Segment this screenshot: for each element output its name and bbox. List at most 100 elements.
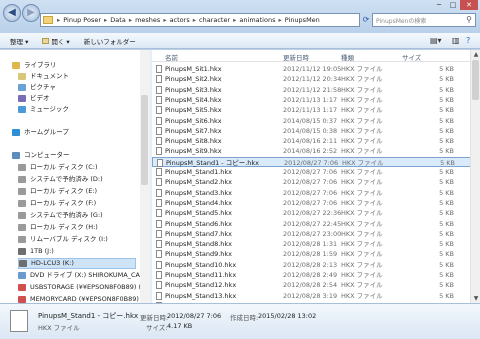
file-type: HKX ファイル	[341, 271, 383, 279]
file-size: 5 KB	[439, 137, 454, 146]
file-row[interactable]: PinupsM_Sit6.hkx 2014/08/15 0:37 HKX ファイル 5…	[152, 116, 480, 126]
file-row[interactable]: PinupsM_Stand9.hkx 2012/08/28 1:59 HKX ファイ…	[152, 249, 480, 259]
close-button[interactable]: ✕	[460, 0, 478, 10]
nav-item[interactable]: ローカル ディスク (F:)	[18, 198, 96, 209]
help-icon[interactable]: ?	[466, 36, 470, 45]
nav-item[interactable]: ミュージック	[18, 104, 69, 115]
organize-button[interactable]: 整理 ▾	[10, 36, 28, 46]
details-name: PinupsM_Stand1 - コピー.hkx	[38, 312, 139, 320]
nav-item[interactable]: システムで予約済み (G:)	[18, 210, 103, 221]
file-row[interactable]: PinupsM_Sit3.hkx 2012/11/12 21:58 HKX ファイル…	[152, 85, 480, 95]
open-button[interactable]: 開く ▾	[42, 36, 70, 46]
back-button[interactable]: ◀	[3, 4, 21, 22]
file-row[interactable]: PinupsM_Stand5.hkx 2012/08/27 22:36 HKX ファ…	[152, 208, 480, 218]
nav-item[interactable]: ライブラリ	[12, 60, 57, 71]
breadcrumb-item[interactable]: actors	[168, 16, 192, 24]
scroll-thumb[interactable]	[472, 60, 479, 100]
video-icon	[18, 95, 26, 102]
file-size: 5 KB	[439, 188, 454, 197]
file-row[interactable]: PinupsM_Stand1.hkx 2012/08/27 7:06 HKX ファイ…	[152, 167, 480, 177]
file-row[interactable]: PinupsM_Stand11.hkx 2012/08/28 2:49 HKX ファ…	[152, 270, 480, 280]
nav-item[interactable]: USBSTORAGE (¥¥EPSON8F0B89) (Y:)	[18, 282, 149, 293]
nav-item[interactable]: 1TB (J:)	[18, 246, 54, 257]
file-row[interactable]: PinupsM_Sit8.hkx 2014/08/16 2:11 HKX ファイル 5…	[152, 136, 480, 146]
nav-item[interactable]: ローカル ディスク (H:)	[18, 222, 98, 233]
breadcrumb-item[interactable]: Pinup Poser	[61, 16, 103, 24]
file-row[interactable]: PinupsM_Stand8.hkx 2012/08/28 1:31 HKX ファイ…	[152, 239, 480, 249]
file-date: 2012/08/28 2:54	[283, 281, 338, 290]
search-icon: ⚲	[466, 15, 472, 24]
nav-item[interactable]: コンピューター	[12, 150, 70, 161]
column-type[interactable]: 種類	[341, 52, 354, 62]
scroll-up-icon[interactable]: ▲	[471, 51, 480, 58]
file-name: PinupsM_Stand11.hkx	[165, 271, 237, 279]
file-row[interactable]: PinupsM_Sit5.hkx 2012/11/13 1:17 HKX ファイル 5…	[152, 105, 480, 115]
column-date[interactable]: 更新日時	[283, 52, 309, 62]
scroll-thumb[interactable]	[141, 95, 148, 185]
refresh-icon[interactable]: ⟳	[361, 13, 371, 27]
file-row[interactable]: PinupsM_Sit4.hkx 2012/11/13 1:17 HKX ファイル 5…	[152, 95, 480, 105]
nav-item[interactable]: ローカル ディスク (E:)	[18, 186, 97, 197]
file-icon	[10, 310, 28, 332]
modified-label: 更新日時:	[140, 314, 169, 322]
file-row[interactable]: PinupsM_Stand6.hkx 2012/08/27 22:45 HKX ファ…	[152, 219, 480, 229]
file-type: HKX ファイル	[341, 85, 383, 94]
nav-item[interactable]: ピクチャ	[18, 82, 56, 93]
file-type: HKX ファイル	[341, 188, 383, 197]
file-row[interactable]: PinupsM_Stand1 - コピー.hkx 2012/08/27 7:06 H…	[152, 156, 480, 167]
file-list-scrollbar[interactable]: ▲ ▼	[470, 50, 480, 303]
file-icon	[156, 240, 162, 249]
nav-item[interactable]: ドキュメント	[18, 71, 69, 82]
breadcrumb-item[interactable]: PinupsMen	[283, 16, 322, 24]
modified-value: 2012/08/27 7:06	[167, 312, 222, 320]
file-row[interactable]: PinupsM_Stand7.hkx 2012/08/27 23:00 HKX ファ…	[152, 229, 480, 239]
file-row[interactable]: PinupsM_Stand10.hkx 2012/08/28 2:13 HKX ファ…	[152, 260, 480, 270]
new-folder-button[interactable]: 新しいフォルダー	[84, 36, 136, 46]
column-size[interactable]: サイズ	[402, 52, 421, 62]
file-row[interactable]: PinupsM_Stand2.hkx 2012/08/27 7:06 HKX ファイ…	[152, 177, 480, 187]
file-row[interactable]: PinupsM_Sit7.hkx 2014/08/15 0:38 HKX ファイル 5…	[152, 126, 480, 136]
scroll-down-icon[interactable]: ▼	[471, 295, 480, 302]
nav-item[interactable]: リムーバブル ディスク (I:)	[18, 234, 108, 245]
breadcrumb-item[interactable]: animations	[237, 16, 277, 24]
nav-item[interactable]: HD-LCU3 (K:)	[18, 258, 136, 269]
navigation-scrollbar[interactable]	[140, 50, 150, 303]
details-pane: PinupsM_Stand1 - コピー.hkx HKX ファイル 更新日時: …	[0, 303, 480, 339]
file-name: PinupsM_Sit4.hkx	[165, 95, 222, 104]
view-options-icon[interactable]: ▤▾	[430, 36, 442, 45]
breadcrumb-item[interactable]: Data	[108, 16, 128, 24]
homegroup-icon	[12, 129, 20, 136]
breadcrumb-item[interactable]: meshes	[133, 16, 162, 24]
file-row[interactable]: PinupsM_Sit2.hkx 2012/11/12 20:34 HKX ファイル…	[152, 74, 480, 84]
file-icon	[156, 137, 162, 146]
address-bar[interactable]: ▸ Pinup Poser ▸ Data ▸ meshes ▸ actors ▸ characte…	[40, 13, 360, 27]
nav-item[interactable]: MEMORYCARD (¥¥EPSON8F0B89) (Z:)	[18, 294, 150, 303]
file-row[interactable]: PinupsM_Stand4.hkx 2012/08/27 7:06 HKX ファイ…	[152, 198, 480, 208]
file-name: PinupsM_Sit7.hkx	[165, 126, 222, 135]
file-row[interactable]: PinupsM_Sit1.hkx 2012/11/12 19:05 HKX ファイル…	[152, 64, 480, 74]
file-date: 2012/08/27 7:06	[283, 188, 338, 197]
forward-button[interactable]: ▶	[22, 4, 40, 22]
nav-item[interactable]: DVD ドライブ (X:) SHIROKUMA_CAFE	[18, 270, 148, 281]
nav-item[interactable]: ホームグループ	[12, 127, 69, 138]
file-icon	[156, 147, 162, 156]
file-row[interactable]: PinupsM_Stand13.hkx 2012/08/28 3:19 HKX ファ…	[152, 291, 480, 301]
file-row[interactable]: PinupsM_Stand12.hkx 2012/08/28 2:54 HKX ファ…	[152, 280, 480, 290]
breadcrumb-item[interactable]: character	[197, 16, 232, 24]
maximize-button[interactable]: □	[446, 0, 460, 10]
file-row[interactable]: PinupsM_Sit9.hkx 2014/08/16 2:52 HKX ファイル 5…	[152, 146, 480, 156]
minimize-button[interactable]: ─	[432, 0, 446, 10]
file-type: HKX ファイル	[341, 126, 383, 135]
search-input[interactable]: PinupsMenの検索 ⚲	[372, 13, 476, 27]
nav-item[interactable]: ビデオ	[18, 93, 50, 104]
file-type: HKX ファイル	[341, 178, 383, 187]
file-icon	[156, 106, 162, 115]
file-name: PinupsM_Sit3.hkx	[165, 85, 222, 94]
disk-icon	[19, 260, 27, 267]
preview-pane-icon[interactable]: ▥	[452, 36, 460, 45]
column-name[interactable]: 名前	[165, 52, 178, 62]
nav-item[interactable]: ローカル ディスク (C:)	[18, 162, 97, 173]
nav-item[interactable]: システムで予約済み (D:)	[18, 174, 103, 185]
file-type: HKX ファイル	[341, 250, 383, 259]
file-row[interactable]: PinupsM_Stand3.hkx 2012/08/27 7:06 HKX ファイ…	[152, 188, 480, 198]
